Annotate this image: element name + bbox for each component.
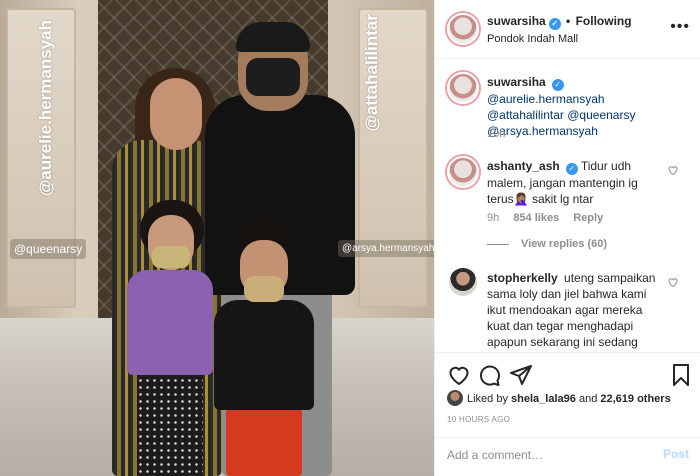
caption-time[interactable]: 10h bbox=[487, 128, 505, 140]
liked-by-user[interactable]: shela_lala96 bbox=[511, 393, 576, 405]
comment-likes[interactable]: 854 likes bbox=[513, 212, 559, 224]
more-horizontal-icon[interactable]: ••• bbox=[670, 18, 690, 36]
man-cap bbox=[236, 22, 310, 52]
post-side-panel: suwarsiha ✓ • Following Pondok Indah Mall… bbox=[434, 0, 700, 476]
following-button[interactable]: Following bbox=[576, 14, 632, 28]
girl-figure bbox=[127, 270, 213, 375]
liked-by-and: and bbox=[578, 393, 598, 405]
liked-by-others[interactable]: 22,619 others bbox=[600, 393, 670, 405]
photo-tag-aurelie[interactable]: @aurelie.hermansyah bbox=[36, 20, 56, 196]
save-bookmark-icon[interactable] bbox=[669, 363, 693, 387]
woman-face bbox=[150, 78, 202, 150]
action-bar bbox=[445, 363, 695, 387]
author-line: suwarsiha ✓ • Following bbox=[487, 14, 632, 30]
reply-button[interactable]: Reply bbox=[573, 212, 603, 224]
photo-tag-attah[interactable]: @attahalilintar bbox=[362, 14, 382, 132]
verified-badge-icon: ✓ bbox=[565, 163, 578, 175]
comment-bubble-icon[interactable] bbox=[477, 363, 501, 387]
replies-line bbox=[487, 243, 509, 245]
comments-list[interactable]: suwarsiha ✓ @aurelie.hermansyah @attahali… bbox=[435, 60, 700, 352]
boy-mask bbox=[244, 276, 284, 302]
add-comment-input[interactable] bbox=[447, 448, 637, 462]
author-avatar[interactable] bbox=[447, 13, 479, 45]
view-replies-button[interactable]: View replies (60) bbox=[487, 238, 607, 250]
share-paper-plane-icon[interactable] bbox=[509, 363, 533, 387]
comment-avatar[interactable] bbox=[447, 156, 479, 188]
girl-mask bbox=[152, 246, 190, 268]
boy-figure bbox=[214, 300, 314, 410]
verified-badge-icon: ✓ bbox=[551, 79, 564, 91]
man-mask bbox=[246, 58, 300, 96]
post-header: suwarsiha ✓ • Following Pondok Indah Mall… bbox=[435, 0, 700, 59]
caption-mention[interactable]: @attahalilintar bbox=[487, 108, 564, 122]
like-comment-heart-icon[interactable] bbox=[667, 276, 679, 288]
author-username[interactable]: suwarsiha bbox=[487, 14, 546, 28]
boy-legs bbox=[226, 405, 302, 476]
comment-text: ashanty_ash ✓ Tidur udh malem, jangan man… bbox=[487, 158, 667, 207]
comment-meta: 9h 854 likes Reply bbox=[487, 212, 614, 224]
view-replies-label: View replies (60) bbox=[521, 238, 608, 250]
like-heart-icon[interactable] bbox=[447, 363, 471, 387]
comment-avatar[interactable] bbox=[449, 268, 477, 296]
comment-time[interactable]: 9h bbox=[487, 212, 499, 224]
girl-legs bbox=[137, 370, 203, 476]
comment-username[interactable]: ashanty_ash bbox=[487, 159, 560, 173]
add-comment-bar: Post bbox=[435, 437, 700, 476]
comment-text: stopherkelly uteng sampaikan sama loly d… bbox=[487, 270, 667, 352]
post-comment-button[interactable]: Post bbox=[663, 447, 689, 461]
caption-author-avatar[interactable] bbox=[447, 72, 479, 104]
post-actions: Liked by shela_lala96 and 22,619 others … bbox=[435, 352, 700, 476]
photo-tag-arsya[interactable]: @arsya.hermansyah bbox=[338, 240, 434, 257]
photo-tag-queenarsy[interactable]: @queenarsy bbox=[10, 239, 87, 259]
separator-dot: • bbox=[566, 14, 571, 28]
comment-username[interactable]: stopherkelly bbox=[487, 271, 558, 285]
liker-avatar[interactable] bbox=[447, 390, 463, 406]
liked-by-prefix: Liked by bbox=[467, 393, 508, 405]
caption-mention[interactable]: @queenarsy bbox=[567, 108, 635, 122]
caption-meta: 10h bbox=[487, 128, 516, 140]
post-location[interactable]: Pondok Indah Mall bbox=[487, 33, 578, 45]
verified-badge-icon: ✓ bbox=[548, 18, 561, 30]
caption-username[interactable]: suwarsiha bbox=[487, 75, 546, 89]
liked-by-line: Liked by shela_lala96 and 22,619 others bbox=[447, 390, 671, 406]
caption-mention[interactable]: @aurelie.hermansyah bbox=[487, 92, 605, 106]
like-comment-heart-icon[interactable] bbox=[667, 164, 679, 176]
post-timestamp[interactable]: 10 HOURS AGO bbox=[447, 415, 510, 424]
post-photo[interactable]: @aurelie.hermansyah @attahalilintar @que… bbox=[0, 0, 434, 476]
